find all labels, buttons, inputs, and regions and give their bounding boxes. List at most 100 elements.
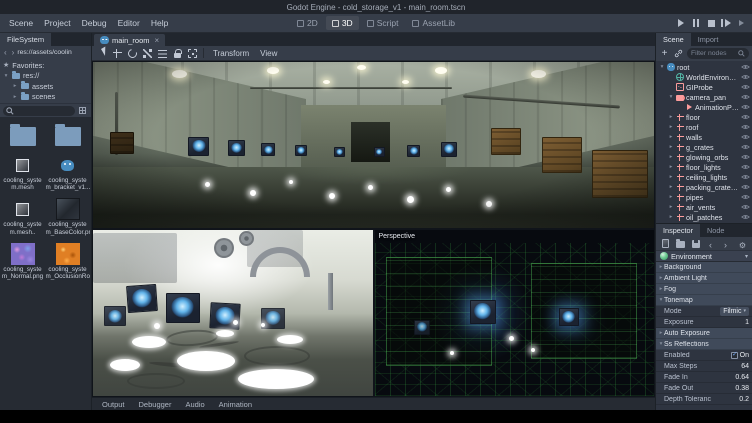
expand-arrow[interactable] — [3, 73, 9, 79]
visibility-eye-icon[interactable] — [741, 184, 750, 190]
inspector-row[interactable]: Exposure 1 ▾ — [656, 317, 752, 328]
visibility-eye-icon[interactable] — [741, 154, 750, 160]
menu-item[interactable]: Debug — [77, 16, 112, 30]
viewport-top[interactable] — [93, 62, 654, 230]
tool-button[interactable] — [155, 47, 169, 60]
visibility-eye-icon[interactable] — [741, 174, 750, 180]
expand-arrow[interactable] — [668, 134, 674, 140]
inspector-tool-button[interactable] — [674, 238, 687, 249]
inspector-row[interactable]: Mode Filmic ▾ — [656, 306, 752, 317]
filesystem-dock-tab[interactable]: FileSystem — [0, 33, 51, 46]
menu-item[interactable]: Project — [39, 16, 75, 30]
bottom-panel-tab[interactable]: Output — [96, 399, 131, 410]
scene-node-row[interactable]: g_crates — [656, 142, 752, 152]
visibility-eye-icon[interactable] — [741, 214, 750, 220]
tool-button[interactable] — [170, 47, 184, 60]
inspector-tool-button[interactable] — [719, 238, 732, 249]
scene-node-row[interactable]: walls — [656, 132, 752, 142]
property-value[interactable]: 64 ▾ — [741, 363, 749, 370]
add-node-button[interactable]: + — [659, 48, 670, 59]
inspector-row[interactable]: Ss Reflections ▾ — [656, 339, 752, 350]
workspace-tab[interactable]: 3D — [326, 16, 359, 30]
playback-button[interactable] — [689, 17, 703, 29]
dock-tab[interactable]: Inspector — [656, 224, 700, 237]
expand-arrow[interactable] — [668, 164, 674, 170]
bottom-panel-tab[interactable]: Debugger — [133, 399, 178, 410]
file-item[interactable]: cooling_syste m_BaseColor.pn — [45, 195, 90, 239]
inspector-row[interactable]: Tonemap ▾ — [656, 295, 752, 306]
scene-node-row[interactable]: oil_patches — [656, 212, 752, 222]
scene-node-row[interactable]: root — [656, 62, 752, 72]
inspector-tool-button[interactable] — [689, 238, 702, 249]
favorites-row[interactable]: ★ Favorites: — [0, 60, 91, 71]
menu-item[interactable]: Scene — [4, 16, 38, 30]
menu-item[interactable]: Editor — [113, 16, 145, 30]
file-item[interactable]: cooling_syste m.mesh.. — [0, 195, 45, 239]
scene-node-row[interactable]: air_vents — [656, 202, 752, 212]
visibility-eye-icon[interactable] — [741, 64, 750, 70]
playback-button[interactable] — [734, 17, 748, 29]
folder-row[interactable]: res:// — [0, 71, 91, 82]
tool-button[interactable] — [185, 47, 199, 60]
workspace-tab[interactable]: 2D — [291, 16, 324, 30]
inspector-row[interactable]: Auto Exposure ▾ — [656, 328, 752, 339]
inspector-tool-button[interactable] — [736, 238, 749, 249]
workspace-tab[interactable]: AssetLib — [406, 16, 461, 30]
viewport-bottom-left[interactable] — [93, 230, 375, 396]
expand-arrow[interactable] — [668, 184, 674, 190]
inspector-tool-button[interactable] — [704, 238, 717, 249]
viewport-menu[interactable]: Transform — [208, 47, 254, 60]
visibility-eye-icon[interactable] — [741, 134, 750, 140]
bottom-panel-tab[interactable]: Audio — [179, 399, 210, 410]
filter-nodes-input[interactable] — [691, 50, 736, 57]
visibility-eye-icon[interactable] — [741, 194, 750, 200]
path-back-button[interactable]: ‹ — [2, 49, 9, 57]
visibility-eye-icon[interactable] — [741, 74, 750, 80]
search-files-input[interactable] — [3, 106, 75, 116]
expand-arrow[interactable] — [668, 154, 674, 160]
folder-row[interactable]: scenes — [0, 92, 91, 103]
scene-node-row[interactable]: packing_crates_and.. — [656, 182, 752, 192]
property-value[interactable]: 0.64 ▾ — [735, 374, 749, 381]
folder-row[interactable]: assets — [0, 81, 91, 92]
expand-arrow[interactable] — [12, 83, 18, 89]
scene-node-row[interactable]: camera_pan — [656, 92, 752, 102]
view-mode-toggle[interactable] — [77, 105, 88, 116]
file-item[interactable]: cooling_syste m.mesh — [0, 151, 45, 195]
scene-tab[interactable]: main_room × — [94, 34, 165, 46]
path-forward-button[interactable]: › — [10, 49, 17, 57]
inspector-row[interactable]: Max Steps 64 ▾ — [656, 361, 752, 372]
playback-button[interactable] — [674, 17, 688, 29]
inspector-row[interactable]: Enabled On ▾ — [656, 350, 752, 361]
playback-button[interactable] — [704, 17, 718, 29]
inspector-row[interactable]: Fade In 0.64 ▾ — [656, 372, 752, 383]
visibility-eye-icon[interactable] — [741, 94, 750, 100]
viewport-menu[interactable]: View — [255, 47, 282, 60]
property-value[interactable]: 0.38 ▾ — [735, 385, 749, 392]
scene-node-row[interactable]: pipes — [656, 192, 752, 202]
playback-button[interactable] — [719, 17, 733, 29]
property-value[interactable]: Filmic ▾ — [720, 307, 749, 316]
expand-arrow[interactable] — [668, 204, 674, 210]
scene-node-row[interactable]: floor_lights — [656, 162, 752, 172]
visibility-eye-icon[interactable] — [741, 144, 750, 150]
tool-button[interactable] — [110, 47, 124, 60]
inspector-tool-button[interactable] — [659, 238, 672, 249]
edited-resource-row[interactable]: Environment ▾ — [656, 250, 752, 262]
expand-arrow[interactable] — [668, 124, 674, 130]
close-tab-icon[interactable]: × — [155, 36, 160, 45]
visibility-eye-icon[interactable] — [741, 104, 750, 110]
expand-arrow[interactable] — [12, 94, 18, 100]
file-item[interactable]: cooling_syste m_Normal.png — [0, 240, 45, 284]
inspector-row[interactable]: Ambient Light ▾ — [656, 273, 752, 284]
inspector-row[interactable]: Background ▾ — [656, 262, 752, 273]
bottom-panel-tab[interactable]: Animation — [213, 399, 258, 410]
scene-node-row[interactable]: ceiling_lights — [656, 172, 752, 182]
visibility-eye-icon[interactable] — [741, 114, 750, 120]
instance-scene-button[interactable] — [673, 48, 684, 59]
scene-node-row[interactable]: floor — [656, 112, 752, 122]
file-item[interactable]: cooling_syste m_bracket_v1... — [45, 151, 90, 195]
scene-node-row[interactable]: glowing_orbs — [656, 152, 752, 162]
dock-tab[interactable]: Import — [691, 33, 726, 46]
visibility-eye-icon[interactable] — [741, 84, 750, 90]
